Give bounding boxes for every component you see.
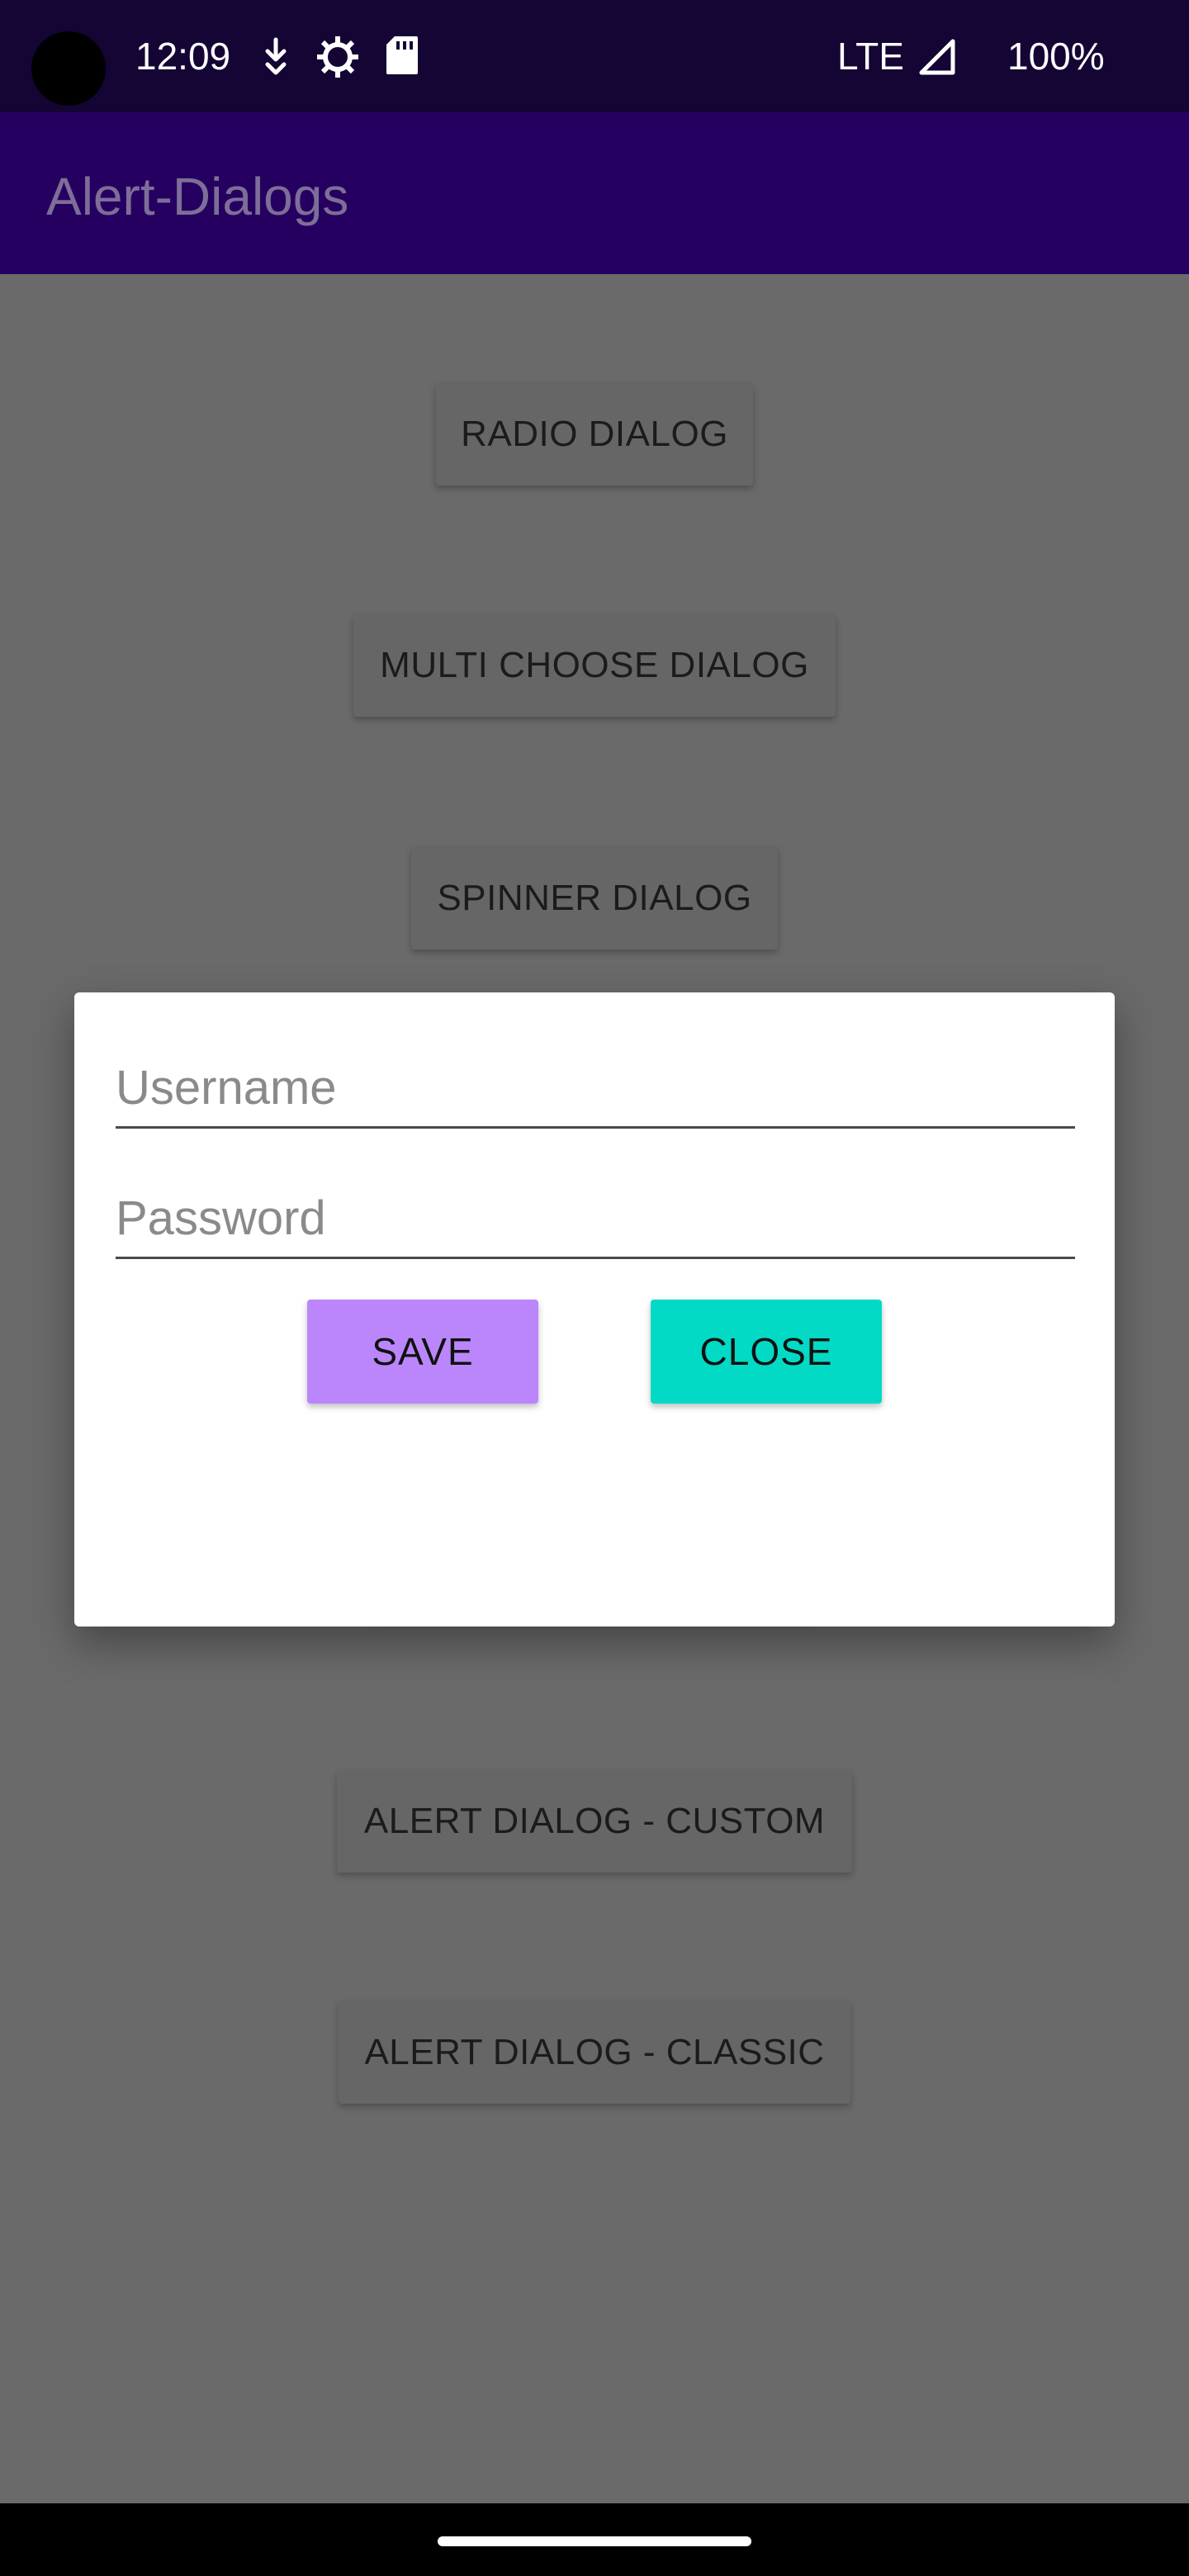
status-bar: 12:09 LTE 100% [0, 0, 1189, 112]
close-button[interactable]: CLOSE [651, 1300, 882, 1404]
password-field-container [116, 1182, 1075, 1259]
status-time: 12:09 [135, 35, 231, 78]
settings-gear-icon [315, 35, 360, 83]
app-bar: Alert-Dialogs [0, 112, 1189, 274]
spinner-dialog-button[interactable]: SPINNER DIALOG [411, 847, 778, 949]
home-gesture-handle[interactable] [438, 2536, 751, 2546]
username-field[interactable] [116, 1052, 1075, 1123]
alert-dialog-classic-button[interactable]: ALERT DIALOG - CLASSIC [339, 2001, 850, 2104]
network-type: LTE [837, 35, 904, 78]
login-dialog: SAVE CLOSE [74, 992, 1115, 1627]
battery-level: 100% [1007, 35, 1105, 78]
radio-dialog-button[interactable]: RADIO DIALOG [436, 383, 753, 485]
save-button[interactable]: SAVE [307, 1300, 538, 1404]
signal-icon [918, 38, 956, 80]
sd-card-icon [385, 35, 419, 80]
password-field[interactable] [116, 1182, 1075, 1253]
multi-choose-dialog-button[interactable]: MULTI CHOOSE DIALOG [353, 614, 836, 717]
navigation-bar [0, 2503, 1189, 2576]
camera-cutout [31, 31, 106, 106]
alert-dialog-custom-button[interactable]: ALERT DIALOG - CUSTOM [337, 1770, 852, 1873]
download-icon [259, 35, 292, 82]
app-title: Alert-Dialogs [46, 167, 349, 226]
username-field-container [116, 1052, 1075, 1129]
